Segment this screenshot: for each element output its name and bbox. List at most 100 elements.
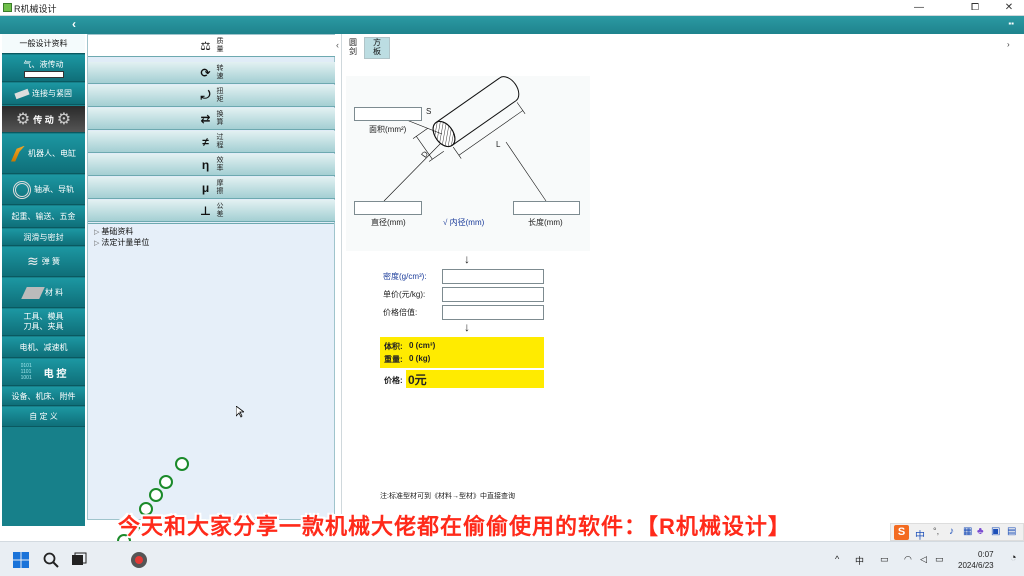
sogou-icon: S: [894, 525, 909, 540]
sidebar-item-spring[interactable]: ≋ 弹 簧: [2, 247, 85, 277]
right-collapse-icon[interactable]: ›: [1007, 40, 1010, 49]
window-title: R机械设计: [14, 4, 57, 14]
ime-punct-icon[interactable]: °,: [933, 526, 939, 536]
task-view-icon[interactable]: [70, 551, 88, 569]
down-arrow-icon: ↓: [464, 252, 470, 266]
accordion-label: 过程: [216, 133, 224, 149]
unit-price-input[interactable]: [442, 287, 544, 302]
sidebar-item-fastening[interactable]: 连接与紧固: [2, 83, 85, 105]
sidebar-item-label: 工具、模具 刀具、夹具: [23, 312, 64, 331]
length-label: 长度(mm): [528, 218, 563, 227]
accordion-mass[interactable]: ⚖ 质量: [88, 35, 335, 57]
sidebar-item-custom[interactable]: 自 定 义: [2, 407, 85, 427]
sidebar-item-label: 润滑与密封: [23, 232, 64, 242]
accordion-speed[interactable]: ⟳ 转速: [88, 62, 335, 84]
price-label: 价格:: [384, 376, 403, 385]
windows-start-icon[interactable]: [12, 551, 30, 569]
result-box: 体积: 0 (cm³) 重量: 0 (kg): [380, 337, 544, 368]
sidebar-item-lifting[interactable]: 起重、输送、五金: [2, 206, 85, 228]
video-subtitle: 今天和大家分享一款机械大佬都在偷偷使用的软件：【R机械设计】: [118, 514, 791, 539]
recording-app-icon[interactable]: [130, 551, 148, 569]
sidebar-item-tools[interactable]: 工具、模具 刀具、夹具: [2, 309, 85, 336]
close-button[interactable]: ✕: [994, 0, 1024, 16]
accordion-label: 效率: [216, 156, 224, 172]
accordion-tolerance[interactable]: ⊥ 公差: [88, 200, 335, 222]
accordion-label: 质量: [216, 37, 224, 53]
sidebar-item-general[interactable]: 一般设计资料: [2, 34, 85, 54]
tree-item-units[interactable]: ▷ 法定计量单位: [94, 237, 149, 248]
skin-icon[interactable]: ♣: [977, 526, 984, 537]
sidebar-item-motor[interactable]: 电机、减速机: [2, 337, 85, 358]
cylinder-icon: [23, 70, 64, 78]
s-label: S: [426, 107, 432, 116]
ime-menu-icon[interactable]: ▤: [1007, 526, 1016, 537]
accordion-friction[interactable]: μ 摩擦: [88, 177, 335, 199]
tab-round-bar[interactable]: 圆剑: [344, 37, 362, 59]
toolbox-icon[interactable]: ▣: [991, 526, 1000, 537]
accordion-label: 公差: [216, 202, 224, 218]
ime-mode-label[interactable]: 中: [915, 527, 925, 542]
notification-icon[interactable]: ◔: [1010, 552, 1017, 564]
accordion-label: 换算: [216, 110, 224, 126]
sidebar-item-electric-control[interactable]: 0101 1101 1001 电 控: [2, 359, 85, 386]
clock-time[interactable]: 0:07: [978, 550, 994, 559]
ime-toolbar[interactable]: S 中 °, ♪ ▦ ♣ ▣ ▤: [890, 523, 1024, 542]
maximize-button[interactable]: ⧠: [960, 0, 990, 16]
menu-icon[interactable]: ▪▪: [1008, 19, 1014, 28]
sidebar-item-material[interactable]: 材 料: [2, 278, 85, 308]
convert-icon: ⇄: [200, 111, 211, 126]
length-input[interactable]: [513, 201, 580, 215]
tray-chevron-icon[interactable]: ^: [835, 554, 839, 564]
sidebar-item-bearing[interactable]: 轴承、导轨: [2, 175, 85, 205]
sidebar-item-label: 电 控: [43, 368, 67, 380]
efficiency-icon: η: [201, 157, 210, 172]
accordion-efficiency[interactable]: η 效率: [88, 154, 335, 176]
volume-icon[interactable]: ◁: [920, 554, 927, 565]
diameter-input[interactable]: [354, 201, 422, 215]
sidebar-item-lubrication[interactable]: 润滑与密封: [2, 229, 85, 246]
sidebar-item-label: 自 定 义: [29, 412, 58, 421]
price-factor-input[interactable]: [442, 305, 544, 320]
sidebar-item-pneumatic[interactable]: 气、液传动: [2, 55, 85, 82]
search-icon[interactable]: [42, 551, 60, 569]
volume-label: 体积:: [384, 342, 403, 351]
title-bar: R机械设计 — ⧠ ✕: [0, 0, 1024, 16]
expand-arrow-icon[interactable]: ▷: [94, 240, 99, 247]
inner-diameter-checkbox[interactable]: √ 内径(mm): [443, 217, 484, 228]
bearing-icon: [13, 180, 31, 199]
density-input[interactable]: [442, 269, 544, 284]
microphone-icon[interactable]: ♪: [949, 526, 954, 537]
sidebar-item-robot[interactable]: 机器人、电缸: [2, 134, 85, 174]
collapse-sidebar-button[interactable]: ‹: [72, 17, 76, 31]
diameter-label: 直径(mm): [371, 218, 406, 227]
sidebar-item-label: 气、液传动: [23, 59, 64, 69]
tray-app-icon[interactable]: ▭: [880, 554, 889, 565]
down-arrow-icon: ↓: [464, 320, 470, 334]
splitter-arrow-icon[interactable]: ‹: [336, 40, 339, 50]
battery-icon[interactable]: ▭: [935, 554, 944, 565]
toolbar: ‹ ▪▪: [0, 16, 1024, 34]
sidebar-item-label: 连接与紧固: [32, 89, 72, 98]
ime-indicator[interactable]: 中: [855, 554, 864, 567]
sidebar-item-label: 设备、机床、附件: [11, 391, 76, 401]
accordion-label: 扭矩: [216, 87, 224, 103]
sidebar-item-equipment[interactable]: 设备、机床、附件: [2, 387, 85, 406]
clock-date[interactable]: 2024/6/23: [958, 561, 994, 570]
wifi-icon[interactable]: ◠: [904, 554, 912, 565]
sidebar-item-label: 起重、输送、五金: [11, 212, 76, 221]
accordion-torque[interactable]: ⤾ 扭矩: [88, 85, 335, 107]
accordion-conversion[interactable]: ⇄ 换算: [88, 108, 335, 130]
tree-item-basics[interactable]: ▷ 基础资料: [94, 226, 133, 237]
area-input[interactable]: [354, 107, 422, 121]
category-panel: ⚖ 质量 ⟳ 转速 ⤾ 扭矩 ⇄ 换算 ≠ 过程 η 效率 μ 摩擦 ⊥ 公差 …: [87, 34, 335, 520]
accordion-process[interactable]: ≠ 过程: [88, 131, 335, 153]
keyboard-icon[interactable]: ▦: [963, 526, 972, 537]
friction-icon: μ: [201, 180, 210, 195]
l-label: L: [496, 140, 501, 149]
sidebar-item-label: 弹 簧: [41, 257, 60, 266]
minimize-button[interactable]: —: [904, 0, 934, 16]
tab-square-plate[interactable]: 方板: [364, 37, 390, 59]
torque-icon: ⤾: [200, 88, 211, 102]
expand-arrow-icon[interactable]: ▷: [94, 229, 99, 236]
sidebar-item-transmission[interactable]: ⚙ 传 动 ⚙: [2, 106, 85, 133]
